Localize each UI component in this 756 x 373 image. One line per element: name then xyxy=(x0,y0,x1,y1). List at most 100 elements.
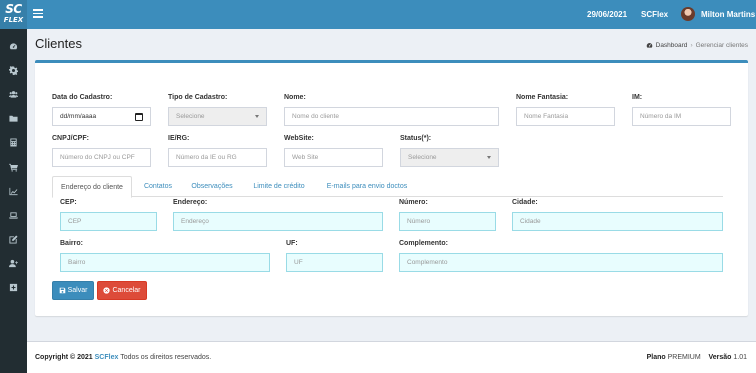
tipo-cadastro-select[interactable]: Selecione xyxy=(168,107,267,126)
nome-field[interactable]: Nome do cliente xyxy=(284,107,499,126)
bairro-label: Bairro: xyxy=(60,240,83,247)
chevron-down-icon xyxy=(487,156,491,159)
data-cadastro-field[interactable]: dd/mm/aaaa xyxy=(52,107,151,126)
copyright-text: Copyright © 2021 xyxy=(35,354,93,361)
logo[interactable]: SC FLEX xyxy=(0,0,27,29)
plus-square-icon xyxy=(9,284,18,292)
gear-icon xyxy=(9,65,18,75)
nome-fantasia-field[interactable]: Nome Fantasia xyxy=(516,107,615,126)
tipo-cadastro-label: Tipo de Cadastro: xyxy=(168,94,228,101)
nome-fantasia-label: Nome Fantasia: xyxy=(516,94,569,101)
chevron-down-icon xyxy=(255,115,259,118)
cart-icon xyxy=(9,163,18,172)
menu-toggle-icon[interactable] xyxy=(33,9,43,19)
cep-placeholder: CEP xyxy=(68,218,82,225)
user-name[interactable]: Milton Martins xyxy=(701,10,755,19)
bairro-placeholder: Bairro xyxy=(68,259,86,266)
tab-emails[interactable]: E-mails para envio doctos xyxy=(316,176,418,197)
plan-label: Plano xyxy=(646,354,666,361)
floppy-icon xyxy=(59,287,65,294)
chart-icon xyxy=(9,187,18,195)
nome-placeholder: Nome do cliente xyxy=(292,113,339,120)
sidebar-item-dashboard[interactable] xyxy=(0,34,27,58)
website-field[interactable]: Web Site xyxy=(284,148,383,167)
cnpj-cpf-field[interactable]: Número do CNPJ ou CPF xyxy=(52,148,151,167)
logo-line2: FLEX xyxy=(3,16,24,24)
top-navbar: 29/06/2021 SCFlex Milton Martins xyxy=(27,0,756,29)
im-label: IM: xyxy=(632,94,643,101)
uf-field[interactable]: UF xyxy=(286,253,383,272)
folder-icon xyxy=(9,115,18,122)
tab-contatos[interactable]: Contatos xyxy=(136,176,180,197)
current-date: 29/06/2021 xyxy=(587,10,628,19)
cancel-button-label: Cancelar xyxy=(112,287,141,294)
status-value: Selecione xyxy=(408,154,437,161)
calculator-icon xyxy=(10,138,17,147)
cep-field[interactable]: CEP xyxy=(60,212,157,231)
footer-version: Plano PREMIUM Versão 1.01 xyxy=(647,354,747,361)
tipo-cadastro-value: Selecione xyxy=(176,113,205,120)
sidebar-item-cart[interactable] xyxy=(0,155,27,179)
ie-rg-field[interactable]: Número da IE ou RG xyxy=(168,148,267,167)
calendar-icon[interactable] xyxy=(135,112,143,121)
website-placeholder: Web Site xyxy=(292,154,319,161)
sidebar-item-laptop[interactable] xyxy=(0,203,27,227)
sidebar-item-add[interactable] xyxy=(0,276,27,300)
breadcrumb-current: Gerenciar clientes xyxy=(695,42,748,49)
tab-bar: Endereço do cliente Contatos Observações… xyxy=(52,176,723,198)
sidebar-item-reports[interactable] xyxy=(0,179,27,203)
im-placeholder: Número da IM xyxy=(640,113,682,120)
sidebar-item-folder[interactable] xyxy=(0,107,27,131)
numero-label: Número: xyxy=(399,199,428,206)
status-select[interactable]: Selecione xyxy=(400,148,499,167)
dashboard-icon xyxy=(646,43,652,48)
im-field[interactable]: Número da IM xyxy=(632,107,731,126)
page-title: Clientes xyxy=(35,36,82,51)
version-label: Versão xyxy=(708,354,732,361)
rights-text: Todos os direitos reservados. xyxy=(120,354,212,361)
dashboard-icon xyxy=(9,42,18,49)
endereco-field[interactable]: Endereço xyxy=(173,212,383,231)
ie-rg-label: IE/RG: xyxy=(168,135,190,142)
cnpj-cpf-label: CNPJ/CPF: xyxy=(52,135,89,142)
avatar[interactable] xyxy=(681,7,695,21)
nome-fantasia-placeholder: Nome Fantasia xyxy=(524,113,569,120)
complemento-field[interactable]: Complemento xyxy=(399,253,723,272)
tab-observacoes[interactable]: Observações xyxy=(182,176,242,197)
cidade-label: Cidade: xyxy=(512,199,538,206)
tab-limite-credito[interactable]: Limite de crédito xyxy=(244,176,314,197)
logo-line1: SC xyxy=(5,2,22,16)
footer-copyright: Copyright © 2021 SCFlex Todos os direito… xyxy=(35,354,211,361)
cancel-button[interactable]: Cancelar xyxy=(97,281,147,300)
data-cadastro-label: Data do Cadastro: xyxy=(52,94,113,101)
tab-endereco[interactable]: Endereço do cliente xyxy=(52,176,132,198)
save-button[interactable]: Salvar xyxy=(52,281,94,300)
company-name[interactable]: SCFlex xyxy=(641,10,668,19)
breadcrumb-dashboard[interactable]: Dashboard xyxy=(656,42,688,49)
breadcrumb: Dashboard › Gerenciar clientes xyxy=(646,42,748,49)
cnpj-cpf-placeholder: Número do CNPJ ou CPF xyxy=(60,154,135,161)
sidebar-item-users[interactable] xyxy=(0,82,27,106)
content-header: Clientes Dashboard › Gerenciar clientes xyxy=(35,36,748,56)
cep-label: CEP: xyxy=(60,199,77,206)
sidebar-item-calculator[interactable] xyxy=(0,131,27,155)
cidade-field[interactable]: Cidade xyxy=(512,212,723,231)
sidebar-item-add-user[interactable] xyxy=(0,252,27,276)
numero-field[interactable]: Número xyxy=(399,212,496,231)
website-label: WebSite: xyxy=(284,135,314,142)
nome-label: Nome: xyxy=(284,94,306,101)
complemento-placeholder: Complemento xyxy=(407,259,448,266)
complemento-label: Complemento: xyxy=(399,240,448,247)
sidebar-item-edit[interactable] xyxy=(0,228,27,252)
users-icon xyxy=(9,91,18,98)
footer-brand-link[interactable]: SCFlex xyxy=(95,354,119,361)
bairro-field[interactable]: Bairro xyxy=(60,253,270,272)
endereco-placeholder: Endereço xyxy=(181,218,209,225)
sidebar-item-settings[interactable] xyxy=(0,58,27,82)
status-label: Status(*): xyxy=(400,135,432,142)
ie-rg-placeholder: Número da IE ou RG xyxy=(176,154,237,161)
sidebar: SC FLEX xyxy=(0,0,27,373)
version-value: 1.01 xyxy=(733,354,747,361)
uf-placeholder: UF xyxy=(294,259,303,266)
cidade-placeholder: Cidade xyxy=(520,218,541,225)
